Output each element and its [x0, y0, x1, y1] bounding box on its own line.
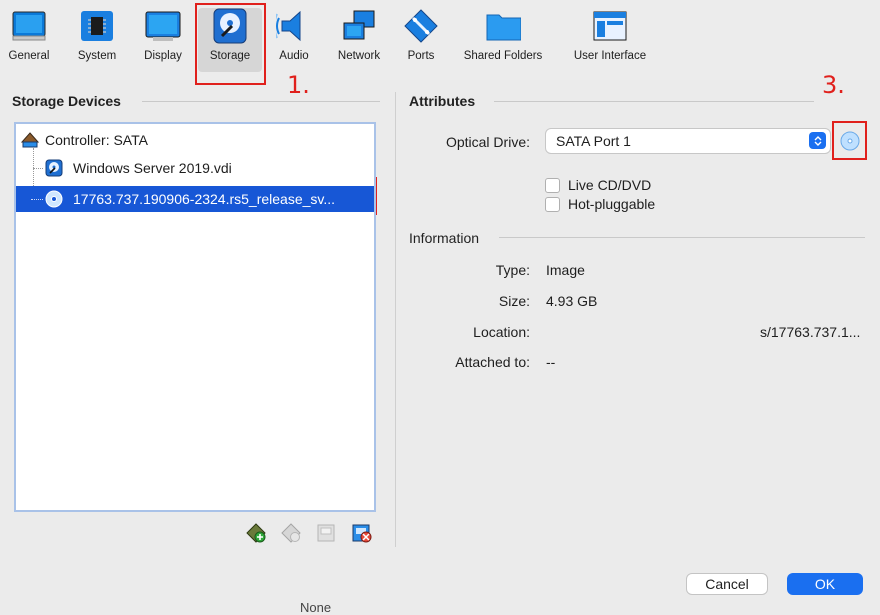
location-value: ѕ/17763.737.1...	[760, 324, 861, 340]
monitor-icon	[11, 8, 47, 44]
cancel-button[interactable]: Cancel	[686, 573, 768, 595]
add-disk-button[interactable]	[316, 522, 338, 544]
attributes-divider	[494, 101, 814, 102]
tab-user-interface[interactable]: User Interface	[568, 8, 652, 72]
chip-icon	[79, 8, 115, 44]
chevron-updown-icon	[809, 132, 826, 149]
checkbox-box[interactable]	[545, 196, 560, 212]
size-label: Size:	[498, 293, 530, 309]
tab-ports-label: Ports	[407, 50, 435, 62]
optical-label: 17763.737.190906-2324.rs5_release_sv...	[73, 191, 336, 207]
tab-audio-label: Audio	[279, 50, 309, 62]
attached-to-value: --	[546, 354, 556, 370]
speaker-icon	[276, 8, 312, 44]
size-value: 4.93 GB	[546, 293, 598, 309]
tab-system-label: System	[77, 50, 117, 62]
annotation-number-3: 3.	[822, 71, 845, 99]
hot-pluggable-label: Hot-pluggable	[568, 196, 656, 212]
type-label: Type:	[495, 262, 530, 278]
network-icon	[341, 8, 377, 44]
optical-disc-icon	[840, 131, 860, 151]
location-label: Location:	[473, 324, 530, 340]
folder-icon	[485, 8, 521, 44]
remove-attachment-button[interactable]	[280, 522, 302, 544]
settings-toolbar: General System Display Storage Audio Net…	[0, 0, 880, 80]
annotation-number-1: 1.	[287, 71, 310, 99]
annotation-box-storage	[195, 3, 266, 85]
checkbox-box[interactable]	[545, 177, 560, 193]
ok-button[interactable]: OK	[787, 573, 863, 595]
live-cd-label: Live CD/DVD	[568, 177, 652, 193]
pane-separator	[395, 92, 396, 547]
tab-user-interface-label: User Interface	[573, 50, 647, 62]
tab-network-label: Network	[337, 50, 381, 62]
storage-devices-divider	[142, 101, 380, 102]
tab-ports[interactable]: Ports	[401, 8, 441, 72]
tab-shared-folders-label: Shared Folders	[463, 50, 543, 62]
tree-item-controller[interactable]: Controller: SATA	[16, 127, 374, 153]
tab-general-label: General	[8, 50, 50, 62]
optical-drive-label: Optical Drive:	[445, 134, 530, 150]
attached-to-label: Attached to:	[455, 354, 530, 370]
tree-item-disk[interactable]: Windows Server 2019.vdi	[16, 155, 374, 181]
add-attachment-icon	[246, 523, 266, 543]
storage-tree[interactable]: Controller: SATA Windows Server 2019.vdi…	[14, 122, 376, 512]
disk-label: Windows Server 2019.vdi	[73, 160, 232, 176]
hard-disk-icon	[45, 159, 63, 177]
tab-display[interactable]: Display	[138, 8, 188, 72]
optical-disc-icon	[45, 190, 63, 208]
remove-disk-button[interactable]	[351, 522, 373, 544]
window-layout-icon	[592, 8, 628, 44]
controller-label: Controller: SATA	[45, 132, 148, 148]
tab-display-label: Display	[144, 50, 182, 62]
information-divider	[499, 237, 865, 238]
tab-audio[interactable]: Audio	[272, 8, 316, 72]
tab-system[interactable]: System	[72, 8, 122, 72]
display-icon	[145, 8, 181, 44]
tab-general[interactable]: General	[4, 8, 54, 72]
attributes-title: Attributes	[409, 93, 476, 109]
add-attachment-button[interactable]	[245, 522, 267, 544]
tree-item-optical[interactable]: 17763.737.190906-2324.rs5_release_sv...	[16, 186, 374, 212]
information-title: Information	[409, 230, 480, 246]
tab-network[interactable]: Network	[332, 8, 386, 72]
storage-devices-title: Storage Devices	[12, 93, 121, 109]
live-cd-checkbox[interactable]: Live CD/DVD	[545, 177, 651, 193]
remove-disk-icon	[352, 524, 372, 543]
tab-shared-folders[interactable]: Shared Folders	[458, 8, 548, 72]
footer-text: None	[300, 600, 332, 615]
controller-icon	[21, 131, 39, 149]
optical-drive-select[interactable]: SATA Port 1	[545, 128, 831, 154]
optical-drive-value: SATA Port 1	[556, 133, 631, 149]
ports-icon	[403, 8, 439, 44]
choose-disk-button[interactable]	[839, 130, 861, 152]
add-disk-icon	[317, 524, 335, 542]
type-value: Image	[546, 262, 585, 278]
remove-attachment-icon	[281, 523, 301, 543]
hot-pluggable-checkbox[interactable]: Hot-pluggable	[545, 196, 655, 212]
tree-connector	[31, 199, 43, 200]
